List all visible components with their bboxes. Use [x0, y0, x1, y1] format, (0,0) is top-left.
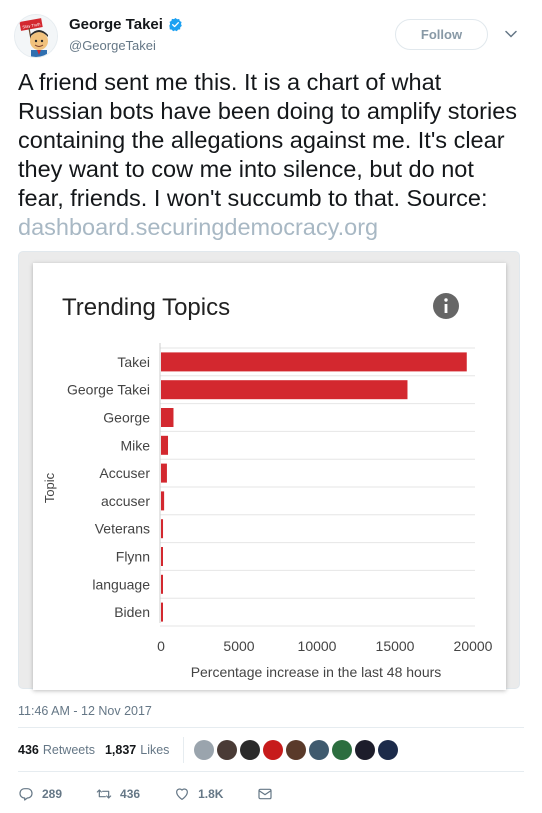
x-tick-label: 10000 [298, 638, 337, 654]
liker-avatars [194, 740, 399, 760]
info-icon[interactable] [433, 293, 459, 319]
tweet-actions: 289 436 1.8K [18, 784, 307, 804]
tweet-text: A friend sent me this. It is a chart of … [18, 68, 526, 242]
y-tick-label: Veterans [95, 521, 150, 537]
trending-topics-chart: Trending Topics Takei George Takei George M… [42, 293, 493, 680]
retweets-count: 436 [18, 743, 39, 757]
tweet-stats: 436 Retweets 1,837 Likes [18, 737, 399, 763]
direct-message-button[interactable] [257, 786, 273, 802]
source-link[interactable]: dashboard.securingdemocracy.org [18, 214, 378, 240]
reply-count: 289 [42, 787, 63, 801]
retweet-count: 436 [120, 787, 141, 801]
user-handle[interactable]: @GeorgeTakei [69, 38, 156, 53]
y-axis-title: Topic [42, 472, 57, 503]
heart-icon [176, 788, 188, 800]
chevron-down-icon[interactable] [502, 25, 520, 43]
liker-avatar[interactable] [263, 740, 284, 760]
retweet-icon [96, 789, 112, 799]
tweet-timestamp[interactable]: 11:46 AM - 12 Nov 2017 [18, 704, 152, 718]
bar-takei[interactable] [161, 352, 467, 372]
y-tick-label: Mike [120, 437, 150, 453]
bar-george[interactable] [161, 408, 174, 427]
verified-badge-icon [169, 17, 182, 32]
liker-avatar[interactable] [217, 740, 238, 760]
stats-separator [183, 737, 185, 763]
likes-stat[interactable]: 1,837 Likes [105, 743, 169, 757]
liker-avatar[interactable] [309, 740, 330, 760]
likes-count: 1,837 [104, 743, 137, 757]
x-tick-label: 20000 [454, 638, 493, 654]
reply-button[interactable]: 289 [18, 786, 62, 802]
y-tick-label: Biden [114, 604, 150, 620]
y-tick-label: accuser [101, 493, 150, 509]
likes-label: Likes [140, 743, 170, 757]
follow-button[interactable]: Follow [395, 19, 488, 50]
reply-icon [19, 788, 33, 801]
y-tick-label: George [103, 410, 150, 426]
x-tick-label: 15000 [376, 638, 415, 654]
y-tick-label: George Takei [67, 382, 150, 398]
y-tick-label: language [92, 576, 150, 592]
chart-card: Trending Topics Takei George Takei George M… [33, 263, 506, 690]
liker-avatar[interactable] [355, 740, 376, 760]
liker-avatar[interactable] [378, 740, 399, 760]
x-tick-label: 0 [157, 638, 165, 654]
y-tick-label: Accuser [99, 465, 150, 481]
liker-avatar[interactable] [332, 740, 353, 760]
bar-accuser[interactable] [161, 491, 165, 511]
x-axis-title: Percentage increase in the last 48 hours [191, 664, 442, 680]
bar-mike[interactable] [161, 435, 169, 455]
bar-language[interactable] [161, 574, 163, 594]
liker-avatar[interactable] [286, 740, 307, 760]
chart-title: Trending Topics [62, 294, 230, 321]
avatar[interactable]: Stay Truth [14, 14, 58, 58]
retweets-stat[interactable]: 436 Retweets [18, 743, 95, 757]
y-tick-label: Flynn [116, 549, 150, 565]
bar-flynn[interactable] [161, 547, 163, 566]
tweet-body: A friend sent me this. It is a chart of … [18, 69, 518, 211]
name-row: George Takei [69, 16, 183, 33]
like-button[interactable]: 1.8K [174, 786, 223, 802]
like-count: 1.8K [198, 787, 224, 801]
divider-bottom [18, 771, 524, 772]
divider-top [18, 727, 524, 728]
y-tick-label: Takei [117, 354, 150, 370]
display-name[interactable]: George Takei [69, 16, 163, 33]
liker-avatar[interactable] [194, 740, 215, 760]
bar-biden[interactable] [161, 602, 163, 622]
bar-accuser[interactable] [161, 463, 167, 483]
liker-avatar[interactable] [240, 740, 261, 760]
retweets-label: Retweets [42, 743, 95, 757]
retweet-button[interactable]: 436 [96, 786, 140, 802]
envelope-icon [258, 788, 273, 800]
bar-george-takei[interactable] [161, 380, 408, 400]
bar-veterans[interactable] [161, 519, 164, 539]
x-tick-label: 5000 [223, 638, 254, 654]
tweet-header: Stay Truth George Takei @GeorgeTakei Fol… [14, 12, 528, 62]
